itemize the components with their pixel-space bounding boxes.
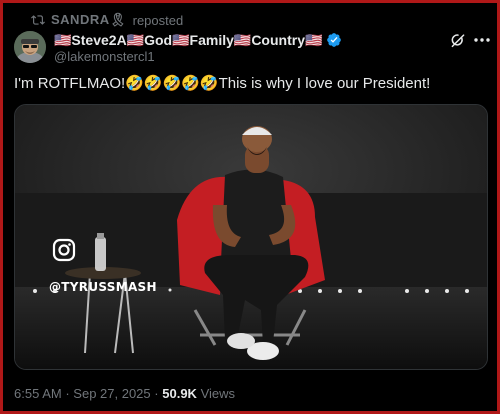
video-watermark: @TYRUSSMASH — [49, 280, 157, 294]
repost-label: reposted — [132, 12, 184, 28]
meta-separator: · — [65, 386, 70, 401]
tweet-text: I'm ROTFLMAO!🤣🤣🤣🤣🤣This is why I love our… — [14, 75, 431, 92]
author-handle[interactable]: @lakemonstercl1 — [54, 49, 155, 64]
tweet-frame: SANDRA🎗 reposted 🇺🇸Steve2A🇺🇸God🇺🇸Family🇺… — [0, 0, 500, 414]
verified-badge-icon — [327, 33, 342, 47]
repost-icon — [31, 15, 45, 25]
grok-icon[interactable] — [449, 31, 467, 49]
tweet-time[interactable]: 6:55 AM — [14, 386, 62, 401]
meta-separator-2: · — [154, 386, 159, 401]
author-name-row[interactable]: 🇺🇸Steve2A🇺🇸God🇺🇸Family🇺🇸Country🇺🇸 — [54, 31, 342, 49]
repost-indicator[interactable]: SANDRA🎗 reposted — [31, 12, 183, 28]
tweet-date[interactable]: Sep 27, 2025 — [73, 386, 150, 401]
avatar-image — [14, 31, 46, 63]
more-options-icon[interactable] — [473, 35, 491, 45]
instagram-icon — [52, 238, 76, 262]
avatar[interactable] — [14, 31, 46, 63]
reposter-name[interactable]: SANDRA🎗 — [51, 12, 127, 28]
author-display-name[interactable]: 🇺🇸Steve2A🇺🇸God🇺🇸Family🇺🇸Country🇺🇸 — [54, 32, 322, 49]
tweet-meta: 6:55 AM · Sep 27, 2025 · 50.9K Views — [14, 386, 235, 401]
views-label: Views — [200, 386, 236, 401]
video-frame — [15, 105, 487, 369]
views-count[interactable]: 50.9K — [162, 386, 197, 401]
video-player[interactable]: @TYRUSSMASH — [14, 104, 488, 370]
